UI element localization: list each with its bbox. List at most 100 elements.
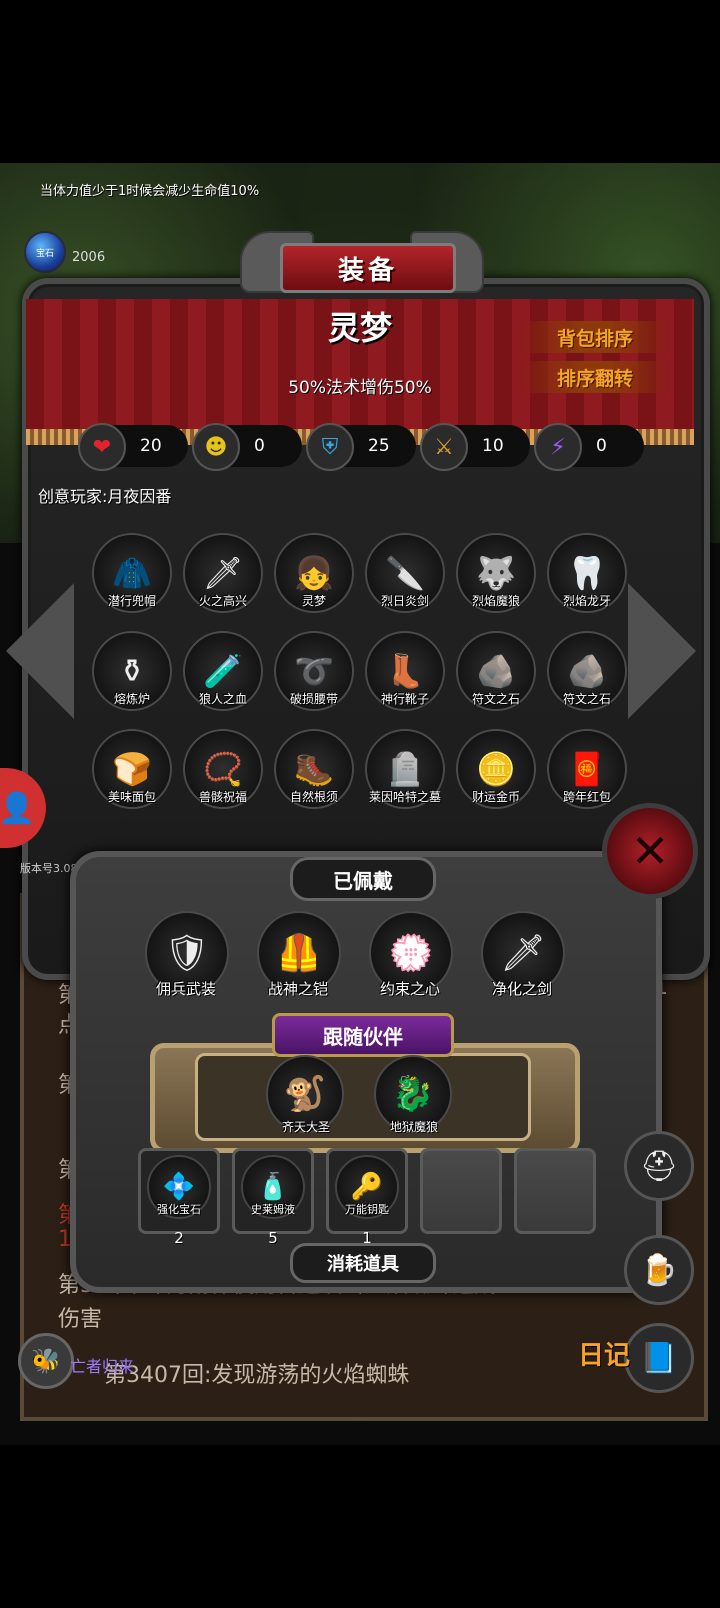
panel-title: 装备: [280, 243, 456, 293]
item-slot[interactable]: 🦷 烈焰龙牙: [547, 533, 627, 613]
item-label: 强化宝石: [157, 1203, 201, 1216]
tavern-mug-icon[interactable]: 🍺: [624, 1235, 694, 1305]
item-slot[interactable]: 🪨 符文之石: [547, 631, 627, 711]
item-label: 财运金币: [471, 790, 520, 804]
empty-consumable-slot[interactable]: [514, 1148, 596, 1234]
version-label: 版本号3.08: [20, 862, 78, 875]
item-slot[interactable]: 🐺 烈焰魔狼: [456, 533, 536, 613]
diary-book-icon[interactable]: 📘: [624, 1323, 694, 1393]
item-label: 净化之剑: [491, 980, 552, 998]
sort-bag-button[interactable]: 背包排序: [520, 321, 670, 353]
player-name: 亡者归来: [70, 1357, 135, 1376]
helmet-icon[interactable]: ⛑: [624, 1131, 694, 1201]
stats-row: ❤ 20 ☻ 0 ⛨ 25 ⚔ 10 ⚡ 0: [78, 423, 644, 471]
item-slot[interactable]: 👢 神行靴子: [365, 631, 445, 711]
empty-consumable-slot[interactable]: [420, 1148, 502, 1234]
consumable-slot[interactable]: 💠 强化宝石 2: [138, 1148, 220, 1247]
player-avatar[interactable]: 🐝: [18, 1333, 74, 1389]
item-slot[interactable]: 🪙 财运金币: [456, 729, 536, 809]
item-label: 史莱姆液: [251, 1203, 295, 1216]
consumable-slots: 💠 强化宝石 2 🧴 史莱姆液 5 🔑 万能钥匙 1: [138, 1148, 596, 1247]
item-label: 战神之铠: [267, 980, 328, 998]
item-slot[interactable]: 🔪 烈日炎剑: [365, 533, 445, 613]
consumables-title: 消耗道具: [290, 1243, 436, 1283]
armor-icon: ⛨: [306, 423, 354, 471]
item-slot[interactable]: 🧧 跨年红包: [547, 729, 627, 809]
consumable-slot[interactable]: 🔑 万能钥匙 1: [326, 1148, 408, 1247]
item-label: 自然根须: [289, 790, 338, 804]
stat-armor: ⛨ 25: [306, 423, 416, 471]
log-line: 第3407回:发现游荡的火焰蜘蛛: [104, 1363, 410, 1388]
equipped-title: 已佩戴: [290, 857, 436, 901]
attack-icon: ⚔: [420, 423, 468, 471]
item-slot[interactable]: 🍞 美味面包: [92, 729, 172, 809]
stat-value: 10: [482, 436, 504, 456]
bag-items-grid: 🧥 潜行兜帽 🗡 火之高兴 👧 灵梦 🔪 烈日炎剑 🐺 烈焰魔狼 🦷 烈焰龙牙 ⚱ 熔炼炉 🧪 狼人之血 ➰ 破损…: [92, 533, 637, 809]
heart-icon: ❤: [78, 423, 126, 471]
gem-label: 宝石: [35, 248, 54, 259]
item-label: 烈焰魔狼: [471, 594, 520, 608]
item-slot[interactable]: ➰ 破损腰带: [274, 631, 354, 711]
equipped-items: 🛡 佣兵武装 🦺 战神之铠 💮 约束之心 🗡 净化之剑: [145, 911, 565, 1001]
item-slot[interactable]: 🐉 地狱魔狼: [374, 1055, 454, 1137]
item-slot[interactable]: 💮 约束之心: [369, 911, 453, 1001]
log-line: 伤害: [58, 1307, 103, 1332]
prev-page-arrow[interactable]: [6, 583, 74, 719]
item-label: 灵梦: [301, 594, 326, 608]
item-slot[interactable]: ⚱ 熔炼炉: [92, 631, 172, 711]
partner-items: 🐒 齐天大圣 🐉 地狱魔狼: [266, 1055, 454, 1137]
reverse-sort-button[interactable]: 排序翻转: [520, 361, 670, 393]
gem-icon: 宝石: [24, 231, 66, 273]
item-label: 跨年红包: [562, 790, 611, 804]
item-label: 烈焰龙牙: [562, 594, 611, 608]
author-line: 创意玩家:月夜因番: [38, 487, 172, 506]
gem-value: 2006: [72, 249, 106, 265]
item-label: 熔炼炉: [113, 692, 150, 706]
item-label: 佣兵武装: [155, 980, 216, 998]
item-slot[interactable]: 🥾 自然根须: [274, 729, 354, 809]
item-label: 美味面包: [107, 790, 156, 804]
item-label: 地狱魔狼: [389, 1120, 438, 1134]
stat-value: 0: [596, 436, 607, 456]
item-label: 神行靴子: [380, 692, 429, 706]
game-scene: 当体力值少于1时候会减少生命值10% 宝石 2006 地 第 点 第 4 第 第…: [0, 163, 720, 1445]
item-label: 齐天大圣: [281, 1120, 330, 1134]
lightning-icon: ⚡: [534, 423, 582, 471]
item-slot[interactable]: 📿 兽骸祝福: [183, 729, 263, 809]
character-name: 灵梦: [327, 309, 392, 347]
strength-icon: ☻: [192, 423, 240, 471]
stat-magic: ⚡ 0: [534, 423, 644, 471]
item-label: 狼人之血: [198, 692, 247, 706]
stat-attack: ⚔ 10: [420, 423, 530, 471]
diary-label[interactable]: 日记: [578, 1335, 630, 1372]
character-effect: 50%法术增伤50%: [288, 378, 432, 398]
stamina-hint: 当体力值少于1时候会减少生命值10%: [40, 184, 260, 199]
stat-health: ❤ 20: [78, 423, 188, 471]
stat-value: 25: [368, 436, 390, 456]
item-slot[interactable]: 🦺 战神之铠: [257, 911, 341, 1001]
item-label: 莱因哈特之墓: [368, 790, 441, 804]
partner-title: 跟随伙伴: [272, 1013, 454, 1057]
close-button[interactable]: ✕: [602, 803, 698, 899]
item-label: 符文之石: [562, 692, 611, 706]
gem-counter: 宝石 2006: [24, 231, 105, 273]
item-slot[interactable]: 🪨 符文之石: [456, 631, 536, 711]
item-label: 兽骸祝福: [198, 790, 247, 804]
item-label: 万能钥匙: [345, 1203, 389, 1216]
item-label: 潜行兜帽: [107, 594, 156, 608]
consumable-slot[interactable]: 🧴 史莱姆液 5: [232, 1148, 314, 1247]
item-label: 火之高兴: [198, 594, 247, 608]
item-slot[interactable]: 🛡 佣兵武装: [145, 911, 229, 1001]
next-page-arrow[interactable]: [628, 583, 696, 719]
item-slot[interactable]: 🗡 净化之剑: [481, 911, 565, 1001]
item-label: 破损腰带: [289, 692, 338, 706]
item-label: 符文之石: [471, 692, 520, 706]
stat-value: 20: [140, 436, 162, 456]
item-slot[interactable]: 🧪 狼人之血: [183, 631, 263, 711]
item-slot[interactable]: 🪦 莱因哈特之墓: [365, 729, 445, 809]
item-slot[interactable]: 🧥 潜行兜帽: [92, 533, 172, 613]
item-slot[interactable]: 👧 灵梦: [274, 533, 354, 613]
item-slot[interactable]: 🗡 火之高兴: [183, 533, 263, 613]
item-slot[interactable]: 🐒 齐天大圣: [266, 1055, 346, 1137]
stat-value: 0: [254, 436, 265, 456]
